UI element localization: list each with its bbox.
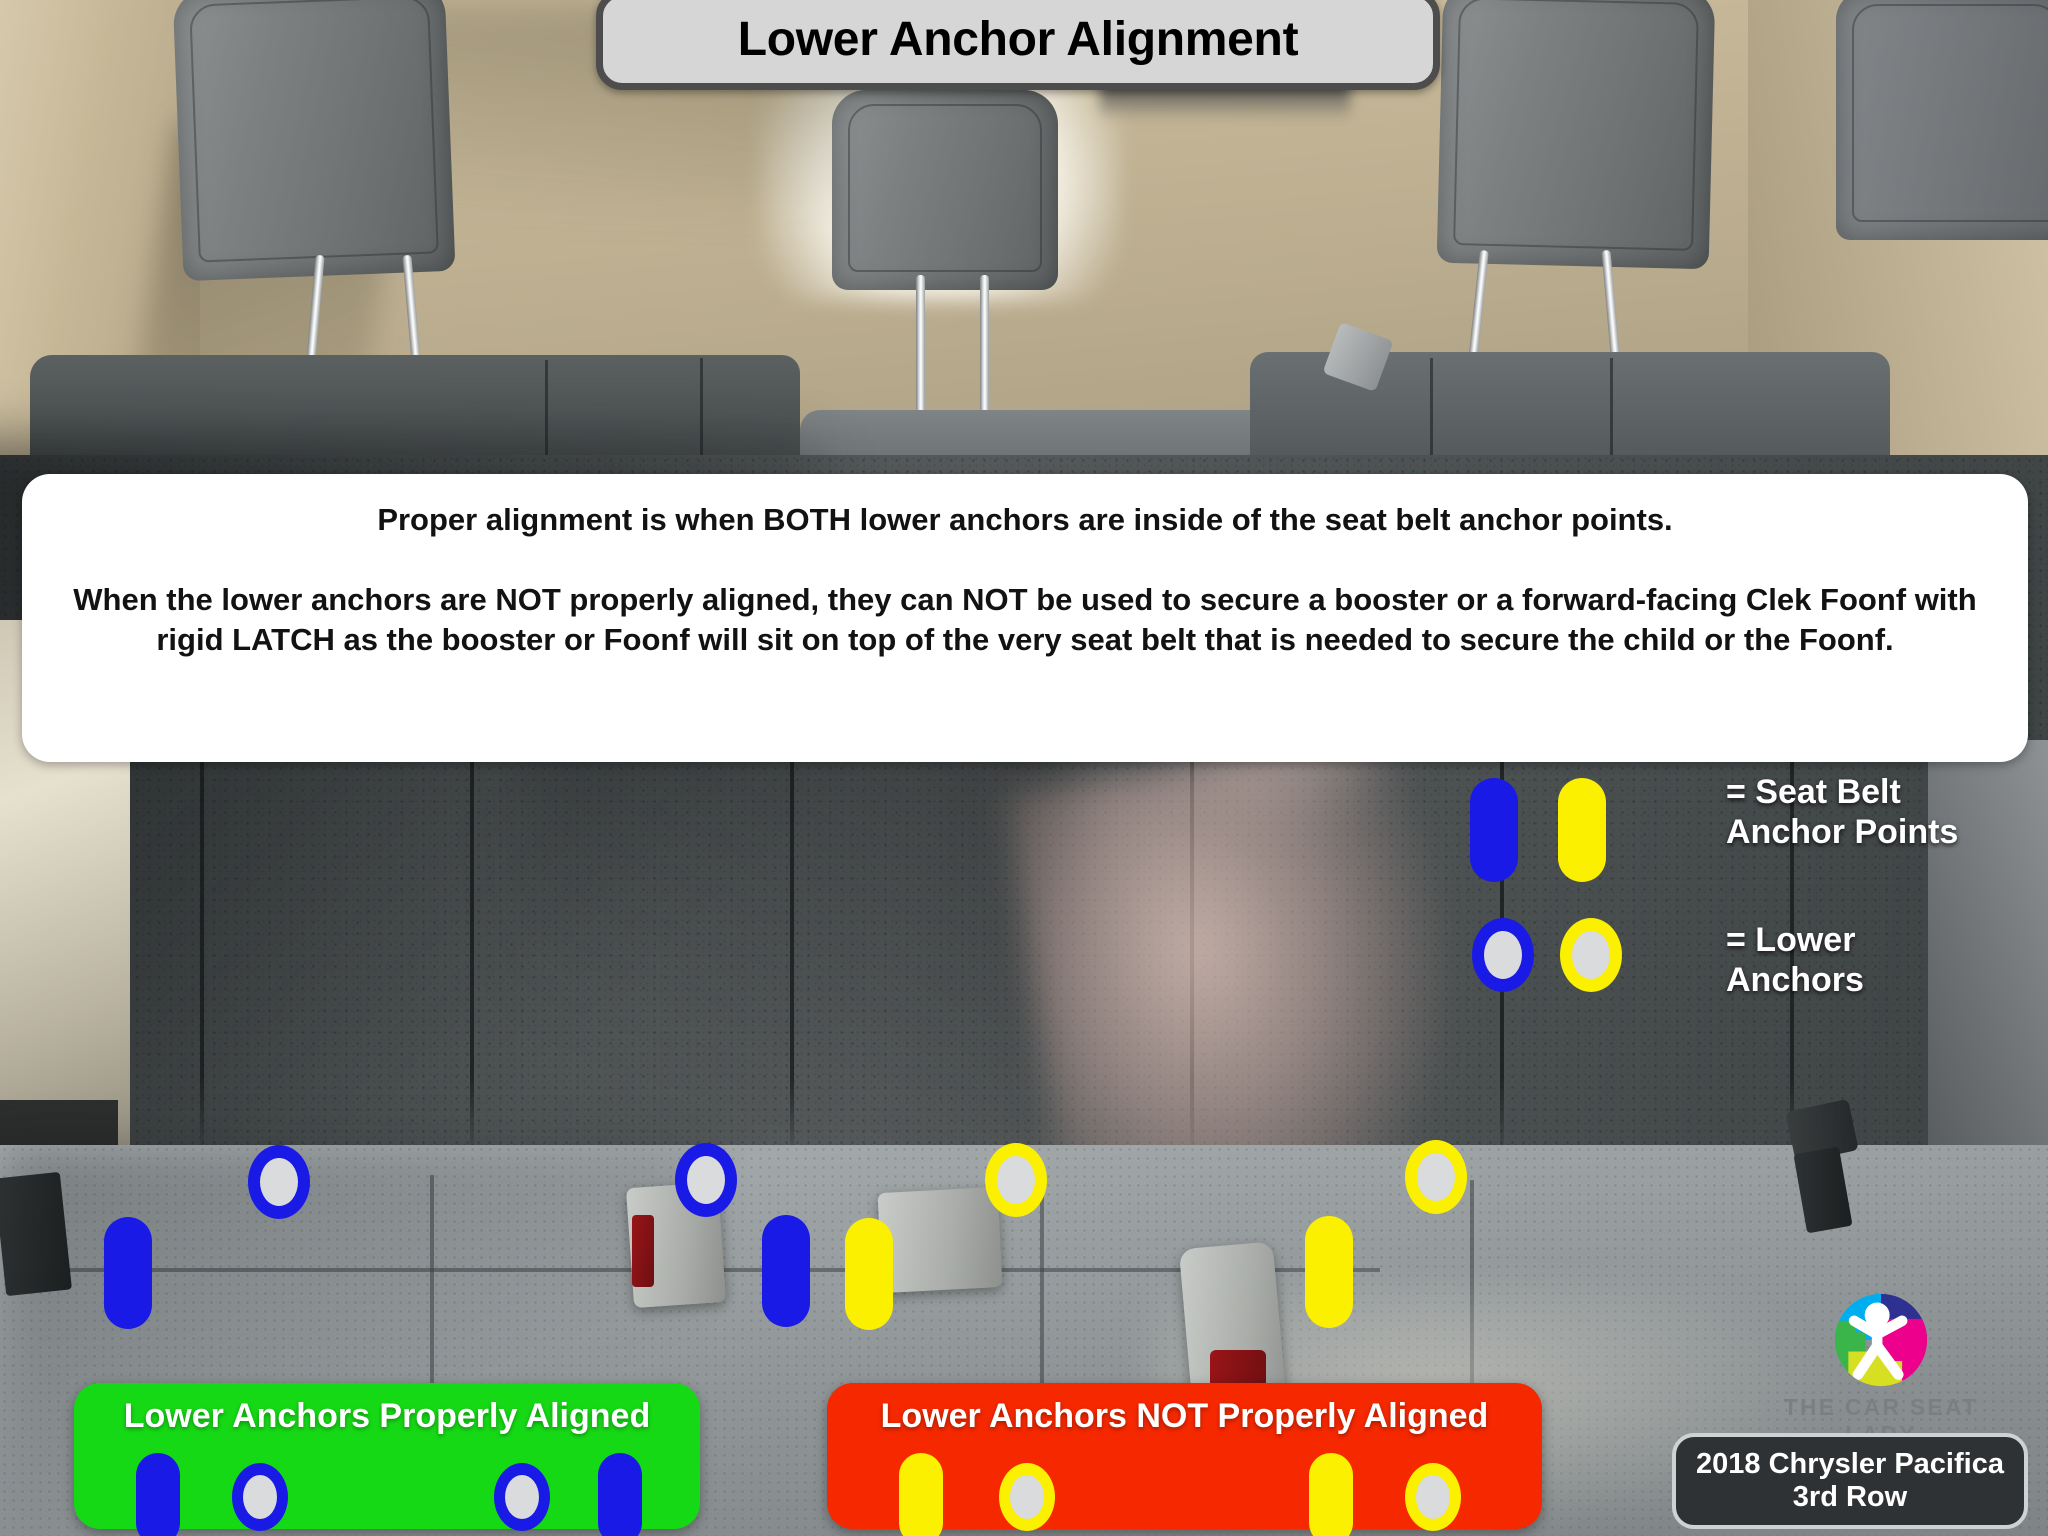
headrest-center xyxy=(832,90,1058,290)
callout-not-properly-aligned: Lower Anchors NOT Properly Aligned xyxy=(827,1383,1542,1536)
callout-not-properly-aligned-label: Lower Anchors NOT Properly Aligned xyxy=(880,1397,1489,1435)
page-title-text: Lower Anchor Alignment xyxy=(737,12,1299,66)
callout-bad-anchor-left xyxy=(999,1463,1055,1531)
legend-label-lower-anchor: = Lower Anchors xyxy=(1726,921,1864,1000)
infographic-canvas: Lower Anchor Alignment Proper alignment … xyxy=(0,0,2048,1536)
callout-properly-aligned: Lower Anchors Properly Aligned xyxy=(74,1383,700,1536)
buckle-release-button xyxy=(632,1215,654,1287)
info-paragraph-1: Proper alignment is when BOTH lower anch… xyxy=(377,502,1673,537)
vehicle-badge-line-1: 2018 Chrysler Pacifica xyxy=(1696,1447,2004,1480)
legend-lower-anchor-swatch-yellow xyxy=(1560,918,1622,992)
seat-belt-webbing xyxy=(0,1171,72,1297)
car-seat-lady-logo-icon xyxy=(1833,1292,1929,1388)
seat-belt-buckle xyxy=(877,1186,1003,1294)
seat-belt-anchor-marker-right-outer xyxy=(1305,1216,1353,1328)
page-title: Lower Anchor Alignment xyxy=(596,0,1440,90)
seat-belt-anchor-marker-left-outer xyxy=(104,1217,152,1329)
seat-belt-anchor-marker-left-inner xyxy=(762,1215,810,1327)
legend-row-lower-anchor: = Lower Anchors xyxy=(1470,906,1990,1002)
lower-anchor-marker-left-inner-right xyxy=(675,1143,737,1217)
legend: = Seat Belt Anchor Points = Lower Anchor… xyxy=(1470,772,1990,1002)
callout-good-anchor-left xyxy=(232,1463,288,1531)
callout-bad-anchor-right xyxy=(1405,1463,1461,1531)
headrest-left xyxy=(172,0,456,282)
vehicle-badge: 2018 Chrysler Pacifica 3rd Row xyxy=(1672,1433,2028,1529)
legend-seat-belt-swatch-yellow xyxy=(1558,778,1606,882)
lower-anchor-marker-right-outer xyxy=(1405,1140,1467,1214)
legend-seat-belt-swatch-blue xyxy=(1470,778,1518,882)
headrest-far-right xyxy=(1836,0,2048,240)
lower-anchor-marker-left-inner-left xyxy=(248,1145,310,1219)
brand-block: THE CAR SEAT LADY xyxy=(1746,1292,2016,1448)
legend-lower-anchor-swatch-blue xyxy=(1472,918,1534,992)
vehicle-interior-photo xyxy=(0,0,2048,1536)
callout-properly-aligned-label: Lower Anchors Properly Aligned xyxy=(123,1397,651,1435)
info-callout-box: Proper alignment is when BOTH lower anch… xyxy=(22,474,2028,762)
seat-shadow-secondary xyxy=(520,700,1080,1220)
callout-bad-belt-left xyxy=(899,1453,943,1536)
callout-bad-belt-right xyxy=(1309,1453,1353,1536)
info-paragraph-2: When the lower anchors are NOT properly … xyxy=(73,581,1977,658)
callout-good-belt-left xyxy=(136,1453,180,1536)
callout-good-anchor-right xyxy=(494,1463,550,1531)
lower-anchor-marker-right-inner xyxy=(985,1143,1047,1217)
vehicle-badge-line-2: 3rd Row xyxy=(1792,1481,1908,1513)
callout-good-belt-right xyxy=(598,1453,642,1536)
legend-row-seat-belt: = Seat Belt Anchor Points xyxy=(1470,772,1990,884)
legend-label-seat-belt: = Seat Belt Anchor Points xyxy=(1726,773,1959,852)
seat-belt-anchor-marker-right-inner xyxy=(845,1218,893,1330)
headrest-right xyxy=(1436,0,1716,270)
